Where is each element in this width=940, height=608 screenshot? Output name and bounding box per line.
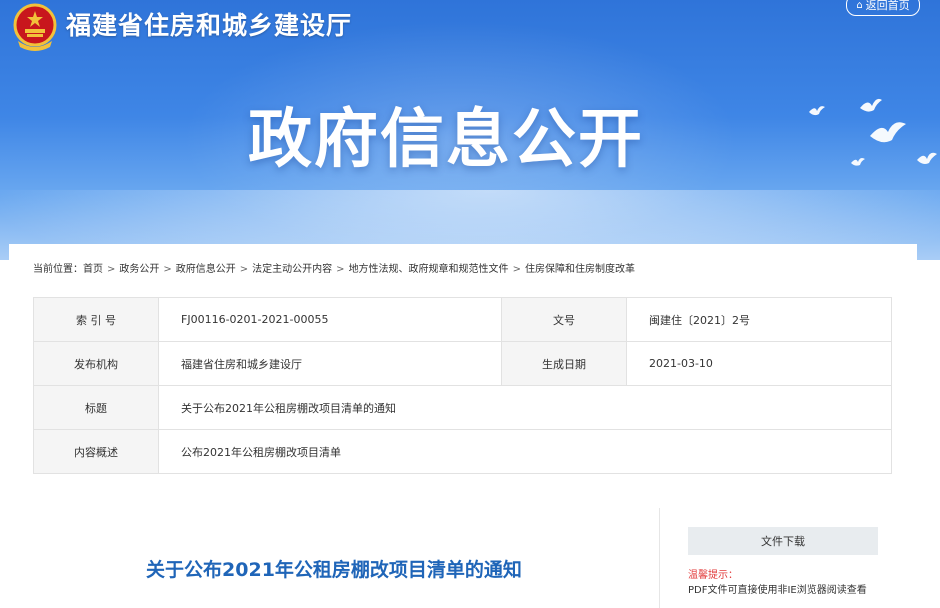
table-row: 标题 关于公布2021年公租房棚改项目清单的通知 [33, 385, 892, 430]
column-divider [659, 508, 660, 608]
table-row: 发布机构 福建省住房和城乡建设厅 生成日期 2021-03-10 [33, 341, 892, 386]
dove-icon [809, 106, 825, 116]
summary-value: 公布2021年公租房棚改项目清单 [158, 429, 892, 474]
breadcrumb: 当前位置：首页 > 政务公开 > 政府信息公开 > 法定主动公开内容 > 地方性法规、政府规章和… [33, 260, 635, 275]
back-home-label: 返回首页 [865, 0, 910, 12]
publisher-value: 福建省住房和城乡建设厅 [158, 341, 502, 386]
dove-icon [860, 98, 882, 112]
header-banner: 福建省住房和城乡建设厅 ⌂ 返回首页 政府信息公开 [0, 0, 940, 260]
back-home-button[interactable]: ⌂ 返回首页 [846, 0, 920, 16]
breadcrumb-link-info-disclosure[interactable]: 政府信息公开 [176, 264, 236, 275]
breadcrumb-separator: > [107, 264, 116, 275]
breadcrumb-link-statutory[interactable]: 法定主动公开内容 [252, 264, 332, 275]
breadcrumb-separator: > [336, 264, 345, 275]
dove-icon [870, 122, 906, 143]
breadcrumb-separator: > [512, 264, 521, 275]
site-name[interactable]: 福建省住房和城乡建设厅 [66, 6, 352, 42]
dove-icon [917, 152, 937, 164]
summary-label: 内容概述 [33, 429, 159, 474]
docno-value: 闽建住〔2021〕2号 [626, 297, 892, 342]
tip-text: PDF文件可直接使用非IE浏览器阅读查看 [688, 585, 867, 596]
title-value: 关于公布2021年公租房棚改项目清单的通知 [158, 385, 892, 430]
breadcrumb-separator: > [239, 264, 249, 275]
metadata-table: 索 引 号 FJ00116-0201-2021-00055 文号 闽建住〔202… [33, 297, 892, 474]
index-label: 索 引 号 [33, 297, 159, 342]
breadcrumb-link-affairs[interactable]: 政务公开 [119, 264, 159, 275]
publisher-label: 发布机构 [33, 341, 159, 386]
table-row: 内容概述 公布2021年公租房棚改项目清单 [33, 429, 892, 474]
breadcrumb-link-home[interactable]: 首页 [83, 264, 103, 275]
tip-label: 温馨提示： [688, 570, 738, 581]
document-title: 关于公布2021年公租房棚改项目清单的通知 [146, 559, 522, 581]
content-panel: 当前位置：首页 > 政务公开 > 政府信息公开 > 法定主动公开内容 > 地方性法规、政府规章和… [9, 244, 917, 608]
date-value: 2021-03-10 [626, 341, 892, 386]
breadcrumb-link-regulations[interactable]: 地方性法规、政府规章和规范性文件 [349, 264, 509, 275]
file-download-button[interactable]: 文件下载 [688, 527, 878, 555]
breadcrumb-link-housing-reform[interactable]: 住房保障和住房制度改革 [525, 264, 635, 275]
table-row: 索 引 号 FJ00116-0201-2021-00055 文号 闽建住〔202… [33, 297, 892, 342]
docno-label: 文号 [501, 297, 627, 342]
home-icon: ⌂ [856, 0, 863, 11]
breadcrumb-prefix: 当前位置： [33, 264, 83, 275]
index-value: FJ00116-0201-2021-00055 [158, 297, 502, 342]
national-emblem-icon[interactable] [12, 3, 58, 51]
dove-icon [851, 158, 865, 166]
hero-title: 政府信息公开 [248, 103, 644, 177]
breadcrumb-separator: > [163, 264, 172, 275]
date-label: 生成日期 [501, 341, 627, 386]
title-label: 标题 [33, 385, 159, 430]
